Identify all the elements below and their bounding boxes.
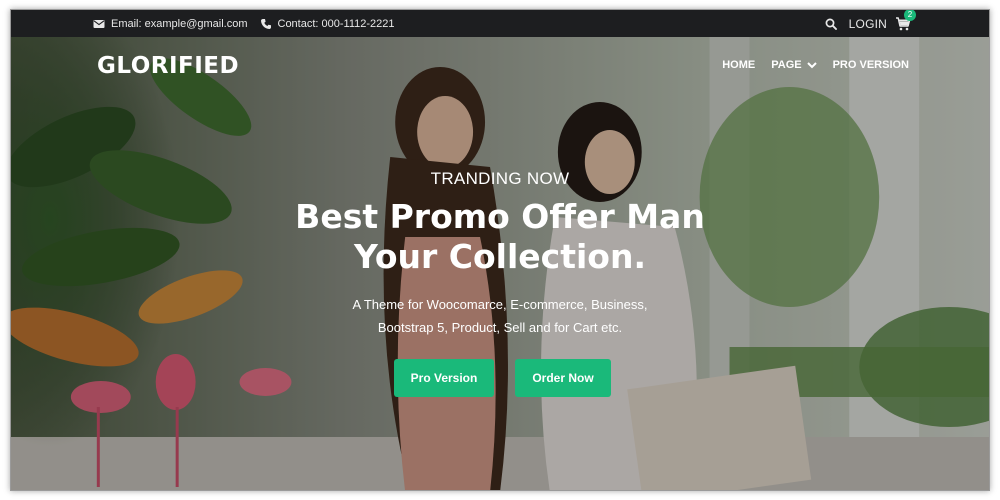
nav-item-page[interactable]: PAGE <box>771 59 817 71</box>
hero-description-line1: A Theme for Woocomarce, E-commerce, Busi… <box>352 297 648 312</box>
nav-item-pro-version[interactable]: PRO VERSION <box>833 59 909 71</box>
cart-count-badge: 2 <box>904 10 916 21</box>
nav-page-label: PAGE <box>771 59 802 71</box>
pro-version-button[interactable]: Pro Version <box>394 359 494 397</box>
phone-icon <box>260 18 271 29</box>
nav-pro-version-label: PRO VERSION <box>832 59 909 71</box>
order-now-button[interactable]: Order Now <box>515 359 611 397</box>
email-item[interactable]: Email: example@gmail.com <box>93 18 248 30</box>
chevron-down-icon <box>806 62 817 69</box>
hero-section: GLORIFIED HOME PAGE PRO VERSION TRANDING… <box>11 37 989 490</box>
browser-frame: Email: example@gmail.com Contact: 000-11… <box>10 9 990 491</box>
hero-headline-line2: Your Collection. <box>353 237 647 276</box>
hero-description-line2: Bootstrap 5, Product, Sell and for Cart … <box>377 320 623 335</box>
login-link[interactable]: LOGIN <box>849 17 887 31</box>
phone-item[interactable]: Contact: 000-1112-2221 <box>260 18 395 30</box>
email-label: Email: example@gmail.com <box>111 17 248 30</box>
main-nav: HOME PAGE PRO VERSION <box>706 59 909 71</box>
hero-headline: Best Promo Offer Man Your Collection. <box>11 197 989 277</box>
nav-home-label: HOME <box>722 59 756 71</box>
contact-label: Contact: 000-1112-2221 <box>277 17 395 30</box>
hero-headline-line1: Best Promo Offer Man <box>295 197 705 236</box>
site-logo[interactable]: GLORIFIED <box>97 53 239 79</box>
contact-info: Email: example@gmail.com Contact: 000-11… <box>93 10 407 37</box>
topbar-actions: LOGIN 2 <box>825 10 916 37</box>
hero-description: A Theme for Woocomarce, E-commerce, Busi… <box>11 293 989 339</box>
top-bar: Email: example@gmail.com Contact: 000-11… <box>11 10 989 37</box>
envelope-icon <box>93 19 105 28</box>
nav-item-home[interactable]: HOME <box>722 59 755 71</box>
search-icon[interactable] <box>825 18 837 30</box>
hero-eyebrow: TRANDING NOW <box>430 169 570 188</box>
cart-button[interactable]: 2 <box>895 10 916 32</box>
